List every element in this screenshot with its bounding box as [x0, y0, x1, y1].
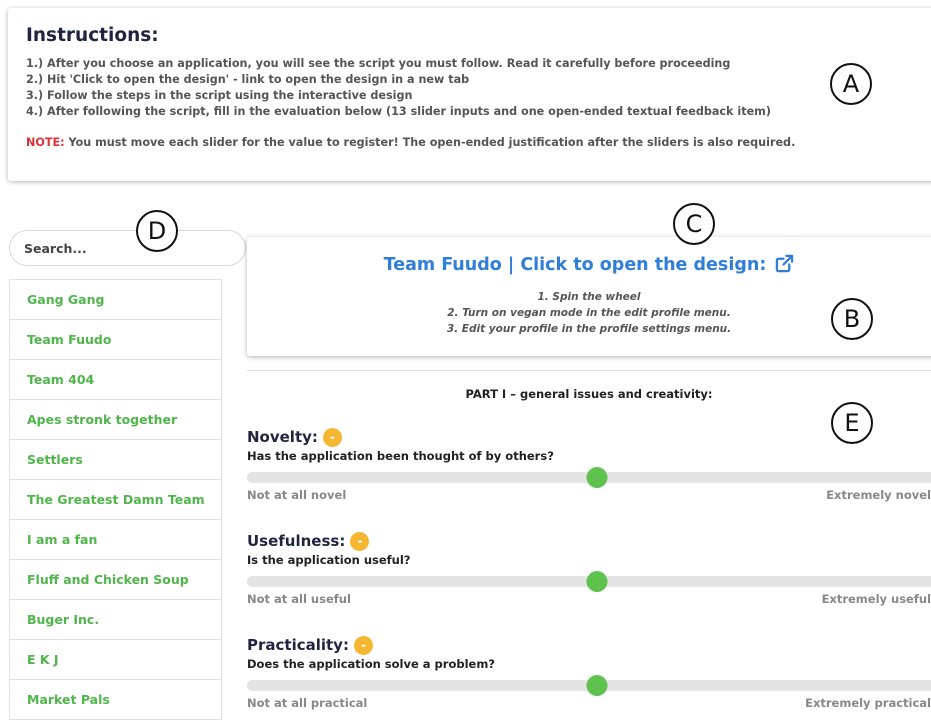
team-item-team-404[interactable]: Team 404	[9, 359, 222, 400]
page: Instructions: 1.) After you choose an ap…	[0, 0, 931, 721]
part-title: PART I – general issues and creativity:	[465, 387, 713, 401]
slider-low-label: Not at all practical	[247, 696, 368, 710]
team-item-buger-inc[interactable]: Buger Inc.	[9, 599, 222, 640]
note-text: You must move each slider for the value …	[64, 136, 796, 149]
team-item-market-pals[interactable]: Market Pals	[9, 679, 222, 720]
instructions-note: NOTE: You must move each slider for the …	[26, 135, 922, 151]
novelty-slider[interactable]	[247, 467, 931, 488]
criterion-title: Novelty: -	[247, 427, 931, 447]
design-card: Team Fuudo | Click to open the design: 1…	[247, 237, 931, 356]
slider-labels: Not at all practical Extremely practical	[247, 696, 931, 712]
instruction-step-4: 4.) After following the script, fill in …	[26, 105, 771, 118]
slider-labels: Not at all useful Extremely useful	[247, 592, 931, 608]
slider-thumb[interactable]	[586, 467, 608, 488]
value-badge: -	[353, 635, 373, 655]
criterion-usefulness: Usefulness: - Is the application useful?…	[247, 531, 931, 608]
criterion-novelty: Novelty: - Has the application been thou…	[247, 427, 931, 504]
instructions-title: Instructions:	[26, 25, 159, 46]
instructions-panel: Instructions: 1.) After you choose an ap…	[8, 8, 931, 181]
team-item-team-fuudo[interactable]: Team Fuudo	[9, 319, 222, 360]
annotation-marker-d: D	[136, 210, 178, 252]
instruction-step-3: 3.) Follow the steps in the script using…	[26, 89, 413, 102]
practicality-slider[interactable]	[247, 675, 931, 696]
criterion-title-label: Practicality:	[247, 636, 349, 654]
slider-low-label: Not at all useful	[247, 592, 351, 606]
team-list: Gang Gang Team Fuudo Team 404 Apes stron…	[9, 279, 222, 720]
instruction-step-1: 1.) After you choose an application, you…	[26, 57, 731, 70]
note-label: NOTE:	[26, 136, 65, 149]
team-item-ekj[interactable]: E K J	[9, 639, 222, 680]
team-item-fluff-and-chicken-soup[interactable]: Fluff and Chicken Soup	[9, 559, 222, 600]
slider-high-label: Extremely novel	[826, 488, 931, 502]
design-step-2: 2. Turn on vegan mode in the edit profil…	[447, 307, 731, 319]
value-badge: -	[322, 427, 342, 447]
external-link-icon	[776, 254, 794, 273]
annotation-marker-b: B	[831, 298, 873, 340]
team-item-settlers[interactable]: Settlers	[9, 439, 222, 480]
slider-high-label: Extremely practical	[805, 696, 931, 710]
slider-labels: Not at all novel Extremely novel	[247, 488, 931, 504]
design-script-steps: 1. Spin the wheel 2. Turn on vegan mode …	[247, 289, 931, 337]
slider-low-label: Not at all novel	[247, 488, 347, 502]
team-item-i-am-a-fan[interactable]: I am a fan	[9, 519, 222, 560]
criterion-title-label: Usefulness:	[247, 532, 346, 550]
criterion-title: Practicality: -	[247, 635, 931, 655]
open-design-label: Team Fuudo | Click to open the design:	[383, 255, 767, 275]
criterion-practicality: Practicality: - Does the application sol…	[247, 635, 931, 712]
team-item-apes-stronk-together[interactable]: Apes stronk together	[9, 399, 222, 440]
value-badge: -	[350, 531, 370, 551]
usefulness-slider[interactable]	[247, 571, 931, 592]
open-design-link[interactable]: Team Fuudo | Click to open the design:	[247, 254, 931, 275]
criterion-title-label: Novelty:	[247, 428, 318, 446]
slider-thumb[interactable]	[586, 571, 608, 592]
annotation-marker-a: A	[830, 63, 872, 105]
criterion-question: Is the application useful?	[247, 553, 411, 567]
team-item-greatest-damn-team[interactable]: The Greatest Damn Team	[9, 479, 222, 520]
search-input[interactable]	[9, 230, 246, 266]
criterion-title: Usefulness: -	[247, 531, 931, 551]
annotation-marker-c: C	[673, 203, 715, 245]
slider-thumb[interactable]	[586, 675, 608, 696]
instruction-step-2: 2.) Hit 'Click to open the design' - lin…	[26, 73, 470, 86]
slider-high-label: Extremely useful	[821, 592, 931, 606]
design-step-1: 1. Spin the wheel	[537, 291, 641, 303]
team-item-gang-gang[interactable]: Gang Gang	[9, 279, 222, 320]
criterion-question: Has the application been thought of by o…	[247, 449, 554, 463]
section-divider	[247, 370, 931, 371]
criterion-question: Does the application solve a problem?	[247, 657, 495, 671]
design-step-3: 3. Edit your profile in the profile sett…	[446, 323, 732, 335]
annotation-marker-e: E	[831, 402, 873, 444]
